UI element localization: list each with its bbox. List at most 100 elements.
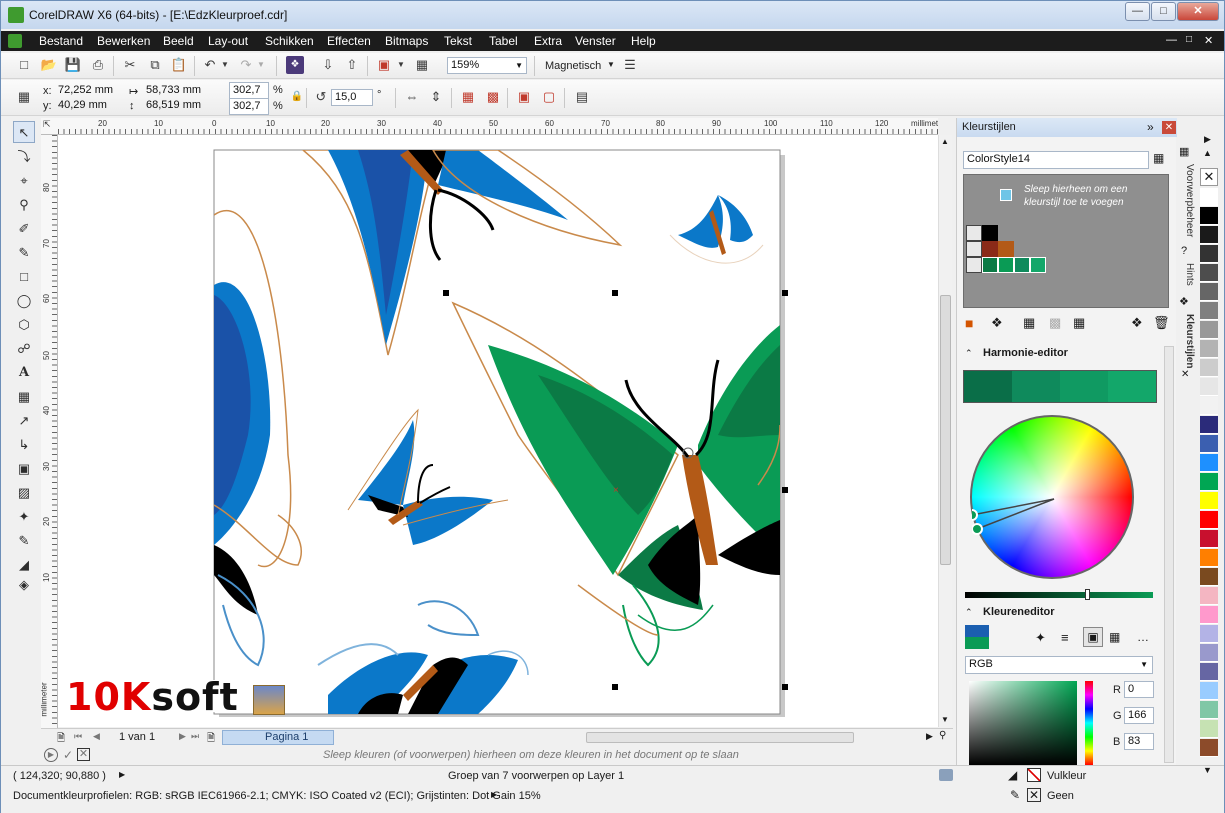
document-color-profiles[interactable]: Documentkleurprofielen: RGB: sRGB IEC619… — [13, 790, 541, 802]
transparency-tool-icon[interactable]: ▨ — [13, 482, 35, 504]
export-style-icon[interactable]: ▩ — [1049, 315, 1061, 331]
menu-bitmaps[interactable]: Bitmaps — [385, 34, 428, 48]
palette-swatch[interactable] — [1200, 663, 1218, 681]
palette-swatch[interactable] — [1200, 625, 1218, 643]
palette-swatch[interactable] — [1200, 454, 1218, 472]
lock-ratio-icon[interactable]: 🔒 — [288, 88, 306, 106]
palette-swatch[interactable] — [1200, 302, 1218, 320]
eyedropper-icon[interactable]: ✓ — [63, 746, 73, 765]
close-window-button[interactable]: ✕ — [1177, 2, 1219, 21]
docker-scrollbar[interactable] — [1164, 346, 1174, 763]
palette-swatch[interactable] — [1200, 340, 1218, 358]
palette-swatch[interactable] — [1200, 283, 1218, 301]
palette-swatch[interactable] — [1200, 530, 1218, 548]
rotate-icon[interactable]: ↺ — [312, 88, 330, 106]
menu-bewerken[interactable]: Bewerken — [97, 34, 150, 48]
brightness-slider[interactable] — [965, 592, 1153, 598]
rotation-angle-field[interactable]: 15,0 — [331, 89, 373, 106]
eyedropper-tool-icon[interactable]: ✦ — [13, 506, 35, 528]
collapse-color-editor-icon[interactable]: ⌃ — [965, 607, 973, 618]
menu-venster[interactable]: Venster — [575, 34, 616, 48]
color-style-name-field[interactable]: ColorStyle14 — [963, 151, 1149, 169]
menu-extra[interactable]: Extra — [534, 34, 562, 48]
hue-slider[interactable] — [1085, 681, 1093, 765]
redo-dropdown-icon[interactable]: ▼ — [256, 56, 266, 74]
tab-kleurstijlen[interactable]: Kleurstijlen — [1179, 311, 1195, 371]
tab-voorwerpbeheer[interactable]: Voorwerpbeheer — [1179, 161, 1195, 241]
color-wheel[interactable] — [970, 415, 1134, 579]
palette-swatch[interactable] — [1200, 397, 1218, 415]
palette-scroll-down-icon[interactable]: ▼ — [1203, 765, 1212, 775]
ellipse-tool-icon[interactable]: ◯ — [13, 290, 35, 312]
scroll-thumb[interactable] — [940, 295, 951, 565]
snap-to-select[interactable]: Magnetisch — [545, 60, 601, 72]
menu-effecten[interactable]: Effecten — [327, 34, 371, 48]
object-origin-icon[interactable]: ▦ — [15, 88, 33, 106]
scroll-right-icon[interactable]: ▶ — [926, 731, 933, 742]
doc-minimize-icon[interactable]: — — [1166, 34, 1177, 46]
palette-swatch[interactable] — [1200, 606, 1218, 624]
vertical-scrollbar[interactable]: ▲ ▼ — [938, 135, 952, 727]
harmony-color-3[interactable] — [1060, 371, 1108, 402]
g-value-field[interactable]: 166 — [1124, 707, 1154, 724]
tab-pagina-1[interactable]: Pagina 1 — [222, 730, 334, 745]
palette-swatch[interactable] — [1200, 682, 1218, 700]
palette-swatch[interactable] — [1200, 511, 1218, 529]
dimension-tool-icon[interactable]: ↗ — [13, 410, 35, 432]
no-color-swatch-icon[interactable]: ✕ — [77, 748, 90, 761]
horizontal-scroll-thumb[interactable] — [586, 732, 854, 743]
profiles-expand-icon[interactable]: ▶ — [491, 790, 497, 799]
prev-page-icon[interactable]: ◀ — [93, 731, 100, 742]
import-icon[interactable]: ⇩ — [319, 56, 337, 74]
publish-dropdown-icon[interactable]: ▼ — [396, 56, 406, 74]
palette-swatch[interactable] — [1200, 587, 1218, 605]
style-swatch-groups[interactable] — [966, 225, 1166, 277]
text-wrap-icon[interactable]: ▤ — [573, 88, 591, 106]
redo-icon[interactable]: ↷ — [237, 56, 255, 74]
harmony-color-4[interactable] — [1108, 371, 1156, 402]
search-content-icon[interactable]: ❖ — [286, 56, 304, 74]
hints-tab-icon[interactable]: ? — [1181, 245, 1187, 257]
export-icon[interactable]: ⇧ — [343, 56, 361, 74]
menu-tekst[interactable]: Tekst — [444, 34, 472, 48]
scroll-down-icon[interactable]: ▼ — [941, 715, 949, 724]
fill-tool-icon[interactable]: ◢ — [13, 554, 35, 576]
palette-swatch[interactable] — [1200, 473, 1218, 491]
crop-tool-icon[interactable]: ⌖ — [13, 170, 35, 192]
undo-dropdown-icon[interactable]: ▼ — [220, 56, 230, 74]
eyedropper-icon-docker[interactable]: ✦ — [1035, 630, 1046, 646]
palette-swatch[interactable] — [1200, 549, 1218, 567]
tab-hints[interactable]: Hints — [1179, 259, 1195, 289]
palette-swatch[interactable] — [1200, 378, 1218, 396]
blend-tool-icon[interactable]: ▣ — [13, 458, 35, 480]
palette-view-icon[interactable]: ▦ — [1109, 630, 1120, 644]
status-expand-icon[interactable]: ▶ — [119, 770, 125, 779]
interactive-fill-icon[interactable]: ◈ — [13, 574, 35, 596]
style-options-icon[interactable]: ▦ — [1153, 151, 1164, 165]
artwork[interactable]: × — [58, 135, 938, 727]
y-position-field[interactable]: 40,29 mm — [55, 98, 123, 115]
ruler-origin-icon[interactable]: ⇱ — [43, 119, 51, 130]
docker-close-icon[interactable]: ✕ — [1162, 121, 1176, 134]
break-apart-icon[interactable]: ▢ — [540, 88, 558, 106]
r-value-field[interactable]: 0 — [1124, 681, 1154, 698]
object-manager-tab-icon[interactable]: ▦ — [1179, 145, 1189, 158]
zoom-level-select[interactable]: 159% ▼ — [447, 57, 527, 74]
apply-style-icon[interactable]: ▦ — [1073, 315, 1085, 331]
color-model-view-icon[interactable]: ▣ — [1083, 627, 1103, 647]
color-proof-icon[interactable] — [939, 769, 953, 781]
palette-options-icon[interactable]: ▶ — [44, 748, 58, 762]
copy-icon[interactable]: ⧉ — [146, 56, 164, 74]
menu-help[interactable]: Help — [631, 34, 656, 48]
options-icon[interactable]: ☰ — [621, 56, 639, 74]
outline-pen-icon[interactable]: ✎ — [13, 530, 35, 552]
palette-swatch[interactable] — [1200, 644, 1218, 662]
sliders-icon[interactable]: ≡ — [1061, 630, 1069, 645]
scale-x-field[interactable]: 302,7 — [229, 82, 269, 99]
palette-swatch[interactable] — [1200, 188, 1218, 206]
save-icon[interactable]: 💾 — [64, 56, 82, 74]
palette-swatch[interactable] — [1200, 207, 1218, 225]
height-field[interactable]: 68,519 mm — [143, 98, 213, 115]
palette-menu-icon[interactable]: ▶ — [1204, 134, 1211, 145]
palette-swatch[interactable] — [1200, 245, 1218, 263]
